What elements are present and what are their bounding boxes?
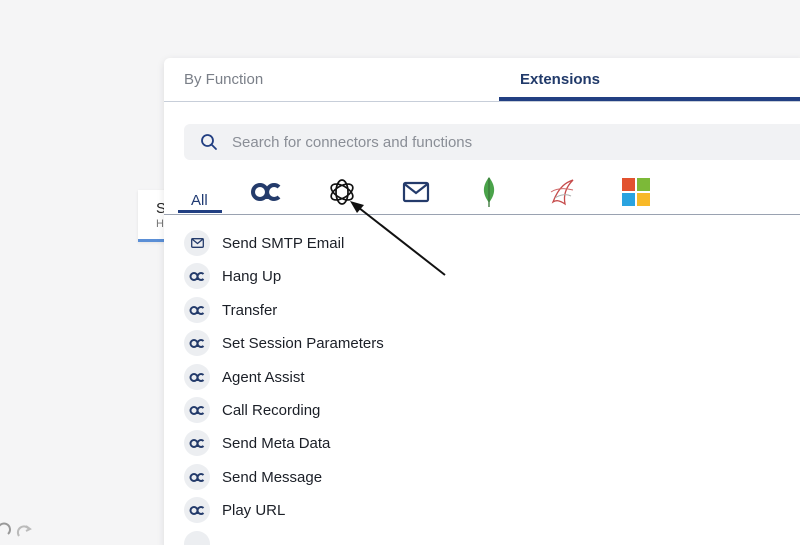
list-item-label: Call Recording xyxy=(222,402,321,419)
extension-filter-bar: All xyxy=(164,170,800,215)
ac-logo-icon xyxy=(184,464,210,490)
ac-logo-icon xyxy=(184,297,210,323)
mail-icon[interactable] xyxy=(400,176,432,208)
search-input[interactable] xyxy=(232,124,792,160)
search-icon xyxy=(200,133,218,151)
active-tab-indicator xyxy=(499,97,800,101)
filter-all[interactable]: All xyxy=(191,192,208,209)
list-item[interactable]: Send Message xyxy=(184,464,684,492)
list-item-label: Transfer xyxy=(222,302,278,319)
list-item-label: Send Message xyxy=(222,469,323,486)
list-item[interactable]: Send Meta Data xyxy=(184,430,684,458)
ac-logo-icon xyxy=(184,430,210,456)
list-item[interactable]: Call Recording xyxy=(184,397,684,425)
list-item-label: Play URL xyxy=(222,502,286,519)
ac-logo-icon xyxy=(184,397,210,423)
ac-logo-icon[interactable] xyxy=(250,176,282,208)
connector-picker-panel: By Function Extensions All xyxy=(164,58,800,545)
ac-logo-icon xyxy=(184,263,210,289)
background-node-subtitle: H xyxy=(156,218,164,230)
microsoft-icon[interactable] xyxy=(620,176,652,208)
mail-icon xyxy=(184,230,210,256)
panel-tabs: By Function Extensions xyxy=(164,58,800,102)
undo-redo-controls xyxy=(0,522,34,540)
ac-logo-icon xyxy=(184,497,210,523)
list-item[interactable]: Send SMTP Email xyxy=(184,230,684,258)
list-item-label: Send Meta Data xyxy=(222,435,331,452)
list-item[interactable]: Transfer xyxy=(184,297,684,325)
ac-logo-icon xyxy=(184,330,210,356)
undo-icon[interactable] xyxy=(0,522,12,540)
list-item[interactable]: Play URL xyxy=(184,497,684,525)
mongodb-icon[interactable] xyxy=(473,176,505,208)
list-item-label: Set Session Parameters xyxy=(222,335,384,352)
filter-all-indicator xyxy=(178,210,222,213)
list-item[interactable]: Set Session Parameters xyxy=(184,330,684,358)
search-bar[interactable] xyxy=(184,124,800,160)
list-item[interactable]: Hang Up xyxy=(184,263,684,291)
redo-icon[interactable] xyxy=(16,522,34,540)
list-item[interactable]: Agent Assist xyxy=(184,364,684,392)
tab-extensions[interactable]: Extensions xyxy=(520,71,600,88)
tab-by-function[interactable]: By Function xyxy=(184,71,263,88)
list-item-label: Send SMTP Email xyxy=(222,235,345,252)
ac-logo-icon xyxy=(184,364,210,390)
list-item-label: Agent Assist xyxy=(222,369,305,386)
list-item-label: Hang Up xyxy=(222,268,282,285)
ac-logo-icon xyxy=(184,531,210,545)
openai-icon[interactable] xyxy=(326,176,358,208)
list-item-partial[interactable] xyxy=(184,531,684,545)
sql-server-icon[interactable] xyxy=(546,176,578,208)
